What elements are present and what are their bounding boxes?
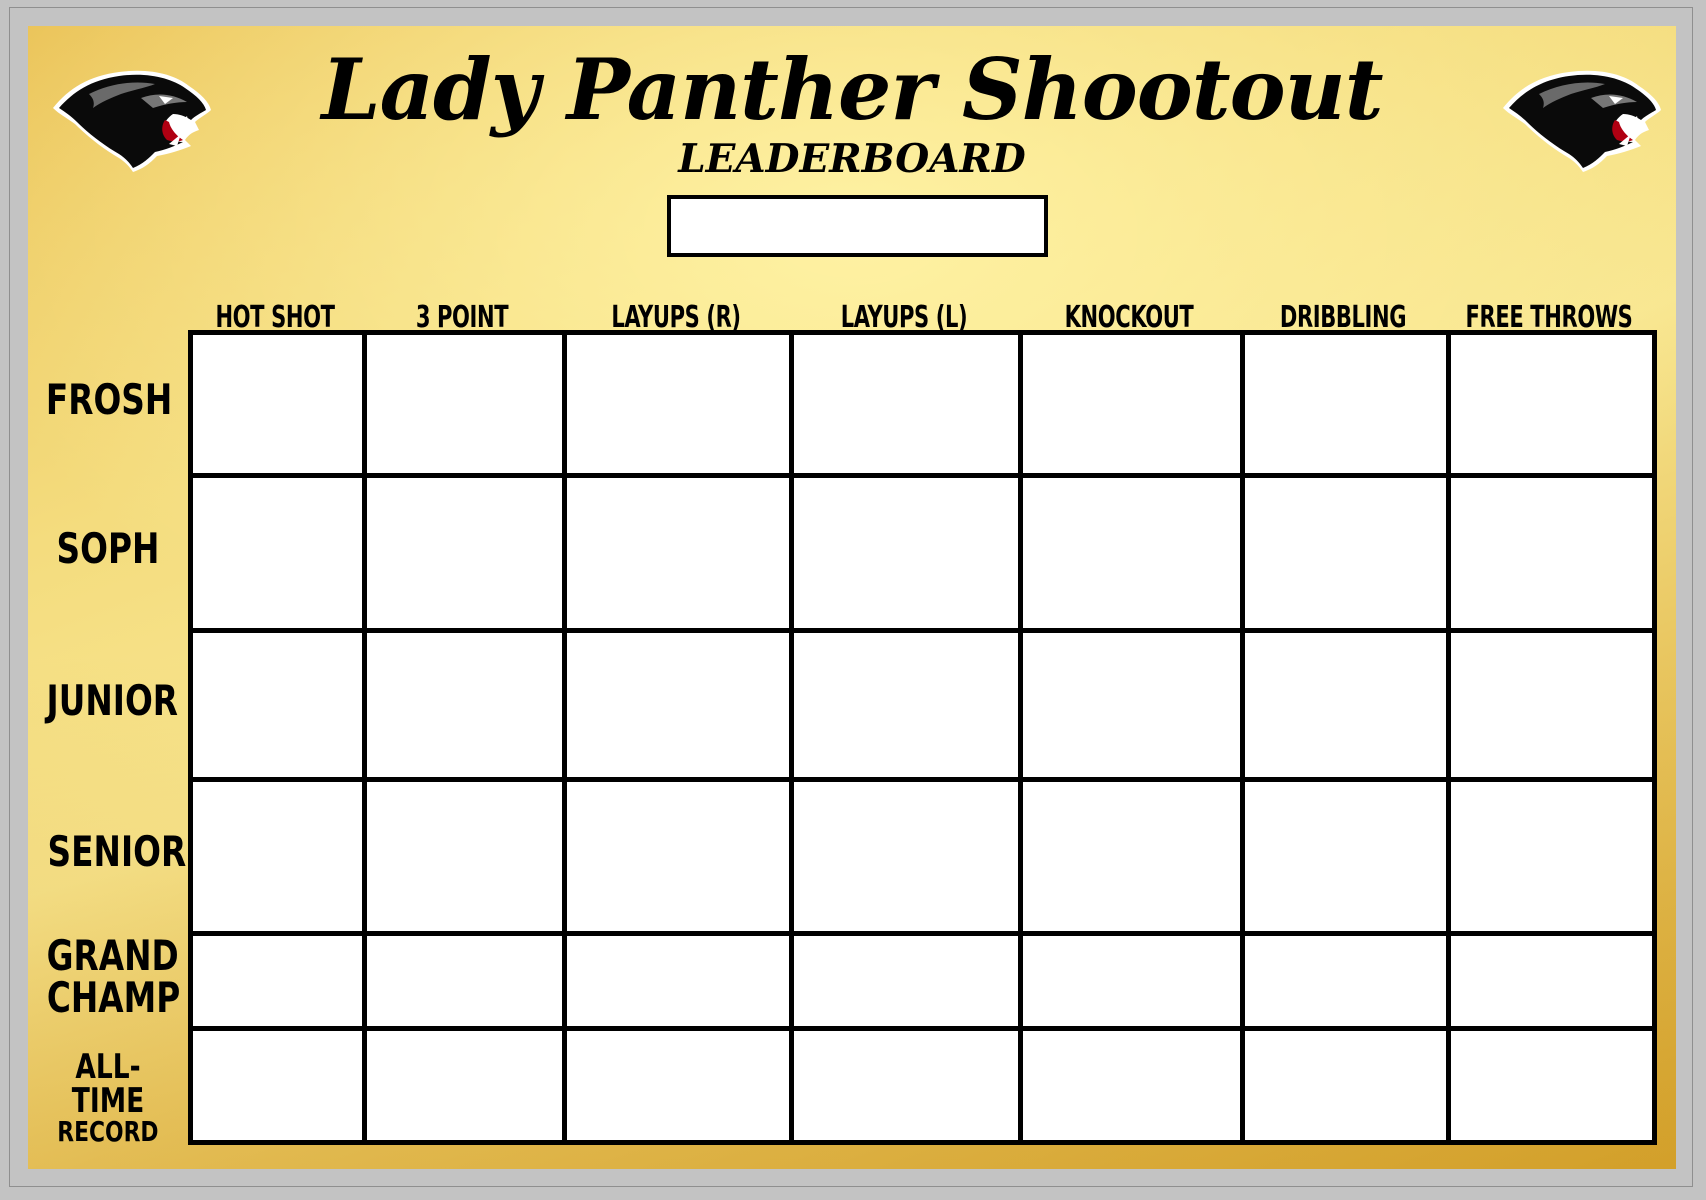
score-cell[interactable] xyxy=(567,335,789,473)
score-cell[interactable] xyxy=(367,1031,562,1140)
score-cell[interactable] xyxy=(367,335,562,473)
poster-subtitle: LEADERBOARD xyxy=(678,136,1026,182)
score-cell[interactable] xyxy=(1451,1031,1652,1140)
score-cell[interactable] xyxy=(1245,936,1446,1026)
score-cell[interactable] xyxy=(1451,478,1652,628)
row-label: JUNIOR xyxy=(28,675,188,725)
score-cell[interactable] xyxy=(794,936,1018,1026)
score-cell[interactable] xyxy=(794,633,1018,777)
score-cell[interactable] xyxy=(1023,335,1240,473)
score-cell[interactable] xyxy=(1245,1031,1446,1140)
score-cell[interactable] xyxy=(1451,936,1652,1026)
score-cell[interactable] xyxy=(1451,782,1652,931)
row-label-line: SENIOR xyxy=(47,827,187,876)
score-cell[interactable] xyxy=(794,782,1018,931)
score-cell[interactable] xyxy=(193,478,362,628)
score-cell[interactable] xyxy=(1245,782,1446,931)
row-label: ALL-TIME RECORD xyxy=(28,1050,188,1146)
score-cell[interactable] xyxy=(1451,335,1652,473)
score-cell[interactable] xyxy=(1023,478,1240,628)
score-cell[interactable] xyxy=(567,1031,789,1140)
leaderboard-grid xyxy=(188,330,1657,1145)
poster-title: Lady Panther Shootout xyxy=(321,40,1384,139)
score-cell[interactable] xyxy=(193,1031,362,1140)
score-cell[interactable] xyxy=(794,1031,1018,1140)
row-label-line: GRAND xyxy=(46,930,179,980)
score-cell[interactable] xyxy=(367,633,562,777)
row-label-line: FROSH xyxy=(45,374,173,424)
score-cell[interactable] xyxy=(1023,633,1240,777)
score-cell[interactable] xyxy=(794,478,1018,628)
row-label: SOPH xyxy=(28,523,188,573)
score-cell[interactable] xyxy=(1451,633,1652,777)
score-cell[interactable] xyxy=(1245,633,1446,777)
row-label: FROSH xyxy=(28,374,188,424)
score-cell[interactable] xyxy=(567,633,789,777)
score-cell[interactable] xyxy=(367,936,562,1026)
score-cell[interactable] xyxy=(567,936,789,1026)
row-label-line: SOPH xyxy=(56,523,160,573)
score-cell[interactable] xyxy=(193,335,362,473)
leaderboard-poster: Lady Panther Shootout LEADERBOARD HOT SH… xyxy=(28,26,1676,1169)
row-label-line: CHAMP xyxy=(46,972,181,1022)
score-cell[interactable] xyxy=(193,633,362,777)
row-label: SENIOR xyxy=(28,831,188,873)
score-cell[interactable] xyxy=(1023,1031,1240,1140)
row-label-line: RECORD xyxy=(57,1115,159,1148)
score-cell[interactable] xyxy=(1023,782,1240,931)
score-cell[interactable] xyxy=(367,478,562,628)
event-date-box[interactable] xyxy=(667,195,1048,257)
row-label-line: ALL-TIME xyxy=(71,1047,145,1121)
score-cell[interactable] xyxy=(567,782,789,931)
score-cell[interactable] xyxy=(1245,478,1446,628)
score-cell[interactable] xyxy=(1245,335,1446,473)
row-label: GRAND CHAMP xyxy=(28,930,188,1022)
score-cell[interactable] xyxy=(367,782,562,931)
score-cell[interactable] xyxy=(794,335,1018,473)
row-label-line: JUNIOR xyxy=(46,675,179,725)
score-cell[interactable] xyxy=(567,478,789,628)
score-cell[interactable] xyxy=(193,936,362,1026)
score-cell[interactable] xyxy=(193,782,362,931)
score-cell[interactable] xyxy=(1023,936,1240,1026)
